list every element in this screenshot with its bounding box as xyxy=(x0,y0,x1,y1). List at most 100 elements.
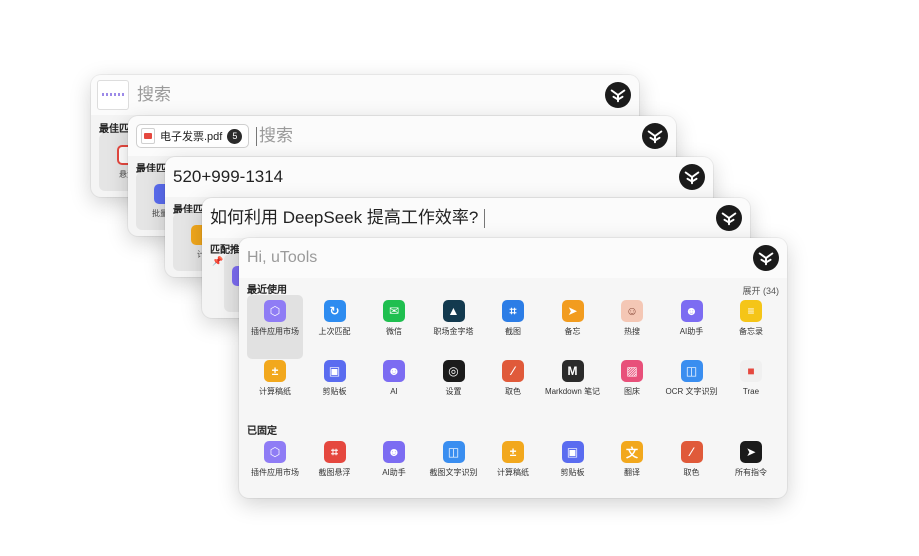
app-label: Markdown 笔记 xyxy=(544,387,601,396)
app-label: 取色 xyxy=(505,387,521,396)
pinned-app-item[interactable]: 文翻译 xyxy=(604,436,660,498)
clipboard-icon: ▣ xyxy=(561,441,584,463)
pyramid-icon: ▲ xyxy=(442,300,465,322)
recent-app-item[interactable]: ⁄ 取色 xyxy=(485,355,541,419)
search-bar[interactable]: Hi, uTools xyxy=(239,238,787,278)
recent-app-item[interactable]: ☻ AI xyxy=(366,355,422,419)
memo-icon: ➤ xyxy=(561,300,584,322)
pin-icon: 📌 xyxy=(212,256,224,266)
app-label: 截图文字识别 xyxy=(429,468,478,477)
app-label: 图床 xyxy=(624,387,640,396)
recent-app-item[interactable]: ⬡ 插件应用市场 xyxy=(247,295,303,359)
text-caret xyxy=(256,127,257,147)
app-label: 取色 xyxy=(683,468,700,477)
ocr-icon: ◫ xyxy=(680,360,703,382)
app-label: AI xyxy=(390,387,398,396)
last-match-icon: ↻ xyxy=(323,300,346,322)
app-label: 剪贴板 xyxy=(322,387,347,396)
pinned-app-item[interactable]: ⁄ 取色 xyxy=(664,436,720,498)
app-label: 备忘 xyxy=(564,327,581,336)
recent-section-title: 最近使用 xyxy=(247,285,287,296)
file-count-badge: 5 xyxy=(227,128,243,144)
markdown-icon: M xyxy=(561,360,584,382)
utools-main-window: Hi, uTools 最近使用 展开 (34) ⬡ 插件应用市场 ↻ 上次匹配 ✉ 微信 ▲… xyxy=(239,238,787,498)
recent-app-item[interactable]: ▣ 剪贴板 xyxy=(307,355,363,419)
image-thumbnail xyxy=(97,80,129,110)
app-label: 截图 xyxy=(505,327,521,336)
app-label: OCR 文字识别 xyxy=(665,387,718,396)
recent-app-item[interactable]: ➤ 备忘 xyxy=(545,295,601,359)
file-name: 电子发票.pdf xyxy=(160,131,223,143)
pinned-app-item[interactable]: ⌗ 截图悬浮 xyxy=(307,436,363,498)
pinned-app-item[interactable]: ▣ 剪贴板 xyxy=(545,436,601,498)
utools-logo-icon[interactable] xyxy=(753,245,779,271)
search-input[interactable]: 如何利用 DeepSeek 提高工作效率? xyxy=(210,198,486,238)
all-commands-icon: ➤ xyxy=(740,441,762,463)
app-label: 翻译 xyxy=(624,468,640,477)
utools-logo-icon[interactable] xyxy=(716,205,742,231)
notes-icon: ≡ xyxy=(740,300,762,322)
calculator-icon: ± xyxy=(502,441,524,463)
app-label: 备忘录 xyxy=(739,327,763,336)
stage: 搜索 最佳匹配 悬浮 电子发票.pdf 5 搜索 最佳匹配 批量重 520+99… xyxy=(0,0,919,556)
translate-icon: 文 xyxy=(621,441,643,463)
plugin-market-icon: ⬡ xyxy=(264,441,286,463)
recent-app-item[interactable]: ◎ 设置 xyxy=(426,355,482,419)
pdf-file-icon xyxy=(141,128,155,144)
app-label: 截图悬浮 xyxy=(318,468,351,477)
pinned-section-title: 已固定 xyxy=(247,426,277,437)
search-placeholder[interactable]: Hi, uTools xyxy=(247,238,317,278)
recent-app-item[interactable]: ■ Trae xyxy=(723,355,779,419)
settings-icon: ◎ xyxy=(442,360,465,382)
recent-app-item[interactable]: ⌗ 截图 xyxy=(485,295,541,359)
search-bar[interactable]: 搜索 xyxy=(91,75,639,115)
utools-logo-icon[interactable] xyxy=(642,123,668,149)
search-query: 如何利用 DeepSeek 提高工作效率? xyxy=(210,208,479,227)
color-picker-icon: ⁄ xyxy=(680,441,703,463)
recent-app-item[interactable]: ◫ OCR 文字识别 xyxy=(664,355,720,419)
utools-logo-icon[interactable] xyxy=(679,164,705,190)
image-host-icon: ▨ xyxy=(621,360,643,382)
recent-app-item[interactable]: ↻ 上次匹配 xyxy=(307,295,363,359)
search-placeholder: 搜索 xyxy=(259,126,293,145)
screenshot-icon: ⌗ xyxy=(502,300,524,322)
app-label: AI助手 xyxy=(382,468,406,477)
app-label: 所有指令 xyxy=(735,468,767,477)
ai-assistant-icon: ☻ xyxy=(383,441,405,463)
pinned-app-item[interactable]: ◫ 截图文字识别 xyxy=(426,436,482,498)
search-input[interactable]: 搜索 xyxy=(256,116,293,156)
recent-app-item[interactable]: ☺ 热搜 xyxy=(604,295,660,359)
recent-app-item[interactable]: ▨ 图床 xyxy=(604,355,660,419)
file-chip[interactable]: 电子发票.pdf 5 xyxy=(136,124,250,148)
text-caret xyxy=(484,209,486,229)
recent-app-item[interactable]: M Markdown 笔记 xyxy=(545,355,601,419)
trae-icon: ■ xyxy=(740,360,762,382)
search-bar[interactable]: 520+999-1314 xyxy=(165,157,713,197)
app-label: Trae xyxy=(742,387,760,396)
recent-app-item[interactable]: ☻ AI助手 xyxy=(664,295,720,359)
app-label: 职场金字塔 xyxy=(433,327,474,336)
app-label: 热搜 xyxy=(624,327,640,336)
pinned-app-item[interactable]: ± 计算稿纸 xyxy=(485,436,541,498)
search-bar[interactable]: 电子发票.pdf 5 搜索 xyxy=(128,116,676,156)
pinned-app-item[interactable]: ⬡ 插件应用市场 xyxy=(247,436,303,498)
utools-logo-icon[interactable] xyxy=(605,82,631,108)
recent-app-item[interactable]: ± 计算稿纸 xyxy=(247,355,303,419)
pinned-app-item[interactable]: ☻ AI助手 xyxy=(366,436,422,498)
search-bar[interactable]: 如何利用 DeepSeek 提高工作效率? xyxy=(202,198,750,238)
search-placeholder[interactable]: 搜索 xyxy=(137,75,171,115)
search-query[interactable]: 520+999-1314 xyxy=(173,157,283,197)
ai-icon: ☻ xyxy=(383,360,405,382)
hot-search-icon: ☺ xyxy=(621,300,643,322)
app-label: AI助手 xyxy=(679,327,704,336)
app-label: 计算稿纸 xyxy=(497,468,529,477)
app-label: 微信 xyxy=(386,327,402,336)
pinned-app-item[interactable]: ➤ 所有指令 xyxy=(723,436,779,498)
recent-app-item[interactable]: ≡ 备忘录 xyxy=(723,295,779,359)
app-label: 计算稿纸 xyxy=(259,387,291,396)
recent-app-item[interactable]: ▲ 职场金字塔 xyxy=(426,295,482,359)
app-label: 剪贴板 xyxy=(560,468,585,477)
app-label: 插件应用市场 xyxy=(251,327,299,336)
screenshot-ocr-icon: ◫ xyxy=(442,441,465,463)
recent-app-item[interactable]: ✉ 微信 xyxy=(366,295,422,359)
